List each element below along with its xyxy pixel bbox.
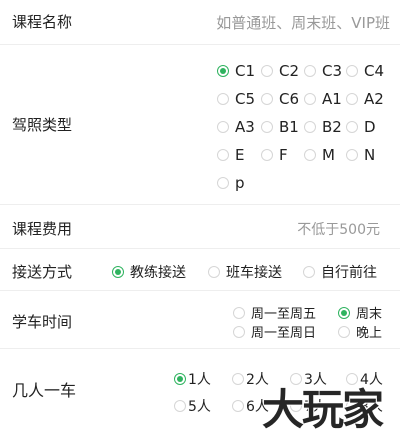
license-option[interactable]: M <box>304 146 335 164</box>
license-option[interactable]: B2 <box>304 118 342 136</box>
radio-unchecked-icon <box>290 400 302 412</box>
license-option[interactable]: A1 <box>304 90 342 108</box>
radio-unchecked-icon <box>217 121 229 133</box>
schedule-row: 学车时间 周一至周五 周末 周一至周日 晚上 <box>0 291 400 349</box>
radio-unchecked-icon <box>261 65 273 77</box>
license-option[interactable]: A3 <box>217 118 255 136</box>
radio-unchecked-icon <box>232 373 244 385</box>
radio-unchecked-icon <box>304 121 316 133</box>
schedule-option[interactable]: 晚上 <box>338 322 382 341</box>
schedule-option[interactable]: 周一至周日 <box>233 322 316 341</box>
course-fee-label: 课程费用 <box>12 220 73 238</box>
radio-unchecked-icon <box>233 306 245 319</box>
pickup-label: 接送方式 <box>12 263 73 281</box>
license-option[interactable]: p <box>217 174 245 192</box>
license-option[interactable]: C6 <box>261 90 299 108</box>
radio-unchecked-icon <box>261 93 273 105</box>
persons-option[interactable]: 8人 <box>346 396 383 416</box>
persons-option[interactable]: 6人 <box>232 396 269 416</box>
radio-unchecked-icon <box>303 266 315 278</box>
license-option[interactable]: C3 <box>304 62 342 80</box>
license-option[interactable]: C1 <box>217 62 255 80</box>
license-type-row: 驾照类型 C1 C2 C3 C4 C5 C6 A1 A2 A3 B1 B2 D … <box>0 45 400 205</box>
pickup-option[interactable]: 自行前往 <box>303 262 377 282</box>
radio-unchecked-icon <box>346 373 358 385</box>
pickup-row: 接送方式 教练接送 班车接送 自行前往 <box>0 249 400 291</box>
license-option[interactable]: C5 <box>217 90 255 108</box>
license-option[interactable]: A2 <box>346 90 384 108</box>
license-option[interactable]: D <box>346 118 376 136</box>
radio-unchecked-icon <box>232 400 244 412</box>
persons-per-car-row: 几人一车 1人 2人 3人 4人 5人 6人 7人 8人 <box>0 349 400 440</box>
radio-unchecked-icon <box>261 149 273 161</box>
persons-option[interactable]: 1人 <box>174 369 211 389</box>
persons-option[interactable]: 5人 <box>174 396 211 416</box>
radio-unchecked-icon <box>304 65 316 77</box>
radio-unchecked-icon <box>304 149 316 161</box>
radio-unchecked-icon <box>261 121 273 133</box>
persons-per-car-label: 几人一车 <box>12 381 77 400</box>
radio-unchecked-icon <box>346 93 358 105</box>
schedule-label: 学车时间 <box>12 313 73 331</box>
persons-option[interactable]: 3人 <box>290 369 327 389</box>
radio-unchecked-icon <box>346 400 358 412</box>
radio-unchecked-icon <box>346 121 358 133</box>
persons-option[interactable]: 7人 <box>290 396 327 416</box>
license-option[interactable]: F <box>261 146 288 164</box>
radio-checked-icon <box>217 65 229 77</box>
license-option[interactable]: B1 <box>261 118 299 136</box>
license-option[interactable]: E <box>217 146 244 164</box>
pickup-option[interactable]: 班车接送 <box>208 262 282 282</box>
radio-unchecked-icon <box>217 149 229 161</box>
radio-unchecked-icon <box>290 373 302 385</box>
radio-unchecked-icon <box>208 266 220 278</box>
radio-unchecked-icon <box>346 149 358 161</box>
radio-unchecked-icon <box>338 325 350 338</box>
license-option[interactable]: C4 <box>346 62 384 80</box>
license-option[interactable]: N <box>346 146 375 164</box>
course-fee-row: 课程费用 不低于500元 <box>0 205 400 249</box>
course-name-row: 课程名称 如普通班、周末班、VIP班 <box>0 0 400 45</box>
radio-unchecked-icon <box>346 65 358 77</box>
course-name-input[interactable]: 如普通班、周末班、VIP班 <box>216 12 390 33</box>
radio-unchecked-icon <box>217 93 229 105</box>
schedule-option[interactable]: 周一至周五 <box>233 303 316 322</box>
radio-unchecked-icon <box>174 400 186 412</box>
schedule-option[interactable]: 周末 <box>338 303 382 322</box>
course-fee-input[interactable]: 不低于500元 <box>297 219 380 239</box>
radio-unchecked-icon <box>217 177 229 189</box>
pickup-option[interactable]: 教练接送 <box>112 262 186 282</box>
course-name-label: 课程名称 <box>12 13 73 31</box>
radio-checked-icon <box>338 306 350 319</box>
radio-unchecked-icon <box>233 325 245 338</box>
radio-unchecked-icon <box>304 93 316 105</box>
license-option[interactable]: C2 <box>261 62 299 80</box>
persons-option[interactable]: 4人 <box>346 369 383 389</box>
radio-checked-icon <box>174 373 186 385</box>
license-type-label: 驾照类型 <box>12 116 73 134</box>
radio-checked-icon <box>112 266 124 278</box>
persons-option[interactable]: 2人 <box>232 369 269 389</box>
